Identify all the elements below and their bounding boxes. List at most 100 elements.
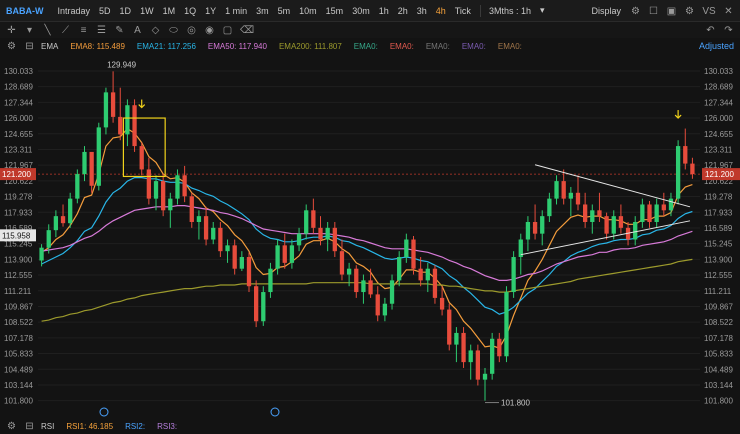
y-tick-left: 123.311 (4, 145, 33, 154)
undo-icon[interactable]: ↶ (705, 25, 716, 36)
candle-body (110, 92, 116, 117)
measure-icon[interactable]: ◇ (150, 25, 161, 36)
legend-item[interactable]: RSI3: (157, 422, 177, 431)
timeframe-1w[interactable]: 1W (140, 6, 154, 16)
legend-item[interactable]: EMA50: 117.940 (208, 42, 267, 51)
candle-body (211, 227, 216, 240)
y-tick-left: 128.689 (4, 83, 33, 92)
rsi-legend: ⚙ ⊟ RSI RSI1: 46.185 RSI2: RSI3: (0, 418, 740, 434)
candle-body (618, 216, 624, 228)
close-icon[interactable]: ✕ (723, 6, 734, 17)
timeframe-1y[interactable]: 1Y (205, 6, 216, 16)
candle-body (282, 245, 287, 263)
candle-body (89, 151, 94, 186)
top-toolbar: BABA-W Intraday 5D 1D 1W 1M 1Q 1Y 1 min 3m 5m 10m 1… (0, 0, 740, 22)
timeframe-5m[interactable]: 5m (278, 6, 291, 16)
legend-label: EMA200: (278, 41, 312, 51)
lock-icon[interactable]: ▢ (222, 25, 233, 36)
range-chevron-icon[interactable]: ▾ (540, 5, 545, 16)
range-selector[interactable]: 3Mths : 1h (489, 6, 531, 16)
eye-icon[interactable]: ◉ (204, 25, 215, 36)
timeframe-15m[interactable]: 15m (326, 6, 344, 16)
legend-item[interactable]: RSI2: (125, 422, 145, 431)
candle-body (311, 210, 316, 228)
ray-tool-icon[interactable]: ⟋ (60, 25, 71, 36)
candle-body (482, 373, 488, 380)
candle-body (611, 216, 616, 234)
chevron-down-icon[interactable]: ▾ (24, 25, 35, 36)
brush-icon[interactable]: ✎ (114, 25, 125, 36)
symbol-label[interactable]: BABA-W (6, 6, 44, 16)
candle-body (153, 181, 159, 199)
legend-label: RSI1: (66, 421, 87, 431)
legend-label: RSI3: (157, 421, 178, 431)
timeframe-1q[interactable]: 1Q (184, 6, 196, 16)
settings-icon[interactable]: ⚙ (6, 421, 17, 432)
trash-icon[interactable]: ⌫ (240, 25, 254, 36)
indicator-type[interactable]: EMA (41, 42, 58, 51)
timeframe-3m[interactable]: 3m (256, 6, 269, 16)
text-tool-icon[interactable]: A (132, 25, 143, 36)
legend-item[interactable]: EMA200: 111.807 (279, 42, 342, 51)
camera-icon[interactable]: ▣ (666, 6, 677, 17)
settings-icon[interactable]: ⚙ (684, 6, 695, 17)
display-menu[interactable]: Display (591, 6, 621, 16)
candle-body (275, 245, 280, 269)
timeframe-3h[interactable]: 3h (417, 6, 427, 16)
legend-item[interactable]: EMA0: (462, 42, 486, 51)
legend-item[interactable]: EMA0: (354, 42, 378, 51)
candle-body (53, 216, 59, 231)
crosshair-icon[interactable]: ✛ (6, 25, 17, 36)
candle-body (125, 105, 130, 135)
legend-item[interactable]: EMA21: 117.256 (137, 42, 196, 51)
legend-item[interactable]: EMA0: (426, 42, 450, 51)
timeframe-1m[interactable]: 1M (163, 6, 176, 16)
y-tick-right: 128.689 (704, 83, 733, 92)
candle-body (404, 239, 409, 258)
candle-body (368, 280, 373, 295)
channel-tool-icon[interactable]: ≡ (78, 25, 89, 36)
candle-body (60, 216, 66, 224)
legend-item[interactable]: EMA0: (390, 42, 414, 51)
line-tool-icon[interactable]: ╲ (42, 25, 53, 36)
timeframe-1h[interactable]: 1h (379, 6, 389, 16)
legend-item[interactable]: EMA8: 115.489 (70, 42, 125, 51)
candle-body (439, 297, 445, 310)
timeframe-30m[interactable]: 30m (352, 6, 370, 16)
adjusted-label[interactable]: Adjusted (699, 41, 734, 51)
rsi-type[interactable]: RSI (41, 422, 54, 431)
candle-body (568, 192, 573, 199)
magnet-icon[interactable]: ◎ (186, 25, 197, 36)
legend-item[interactable]: EMA0: (498, 42, 522, 51)
candle-body (461, 332, 466, 363)
collapse-icon[interactable]: ⊟ (24, 41, 35, 52)
candle-body (268, 268, 273, 293)
timeframe-tick[interactable]: Tick (455, 6, 471, 16)
compare-icon[interactable]: VS (702, 6, 716, 17)
legend-label: EMA0: (497, 41, 522, 51)
shape-tool-icon[interactable]: ⬭ (168, 25, 179, 36)
timeframe-5d[interactable]: 5D (99, 6, 111, 16)
legend-label: EMA0: (389, 41, 414, 51)
timeframe-4h[interactable]: 4h (436, 6, 446, 16)
legend-value: 115.489 (94, 41, 125, 51)
candle-body (411, 239, 416, 269)
candle-body (540, 216, 545, 234)
fib-tool-icon[interactable]: ☰ (96, 25, 107, 36)
timeframe-10m[interactable]: 10m (299, 6, 317, 16)
redo-icon[interactable]: ↷ (723, 25, 734, 36)
settings-icon[interactable]: ⚙ (6, 41, 17, 52)
checkbox-icon[interactable]: ☐ (648, 6, 659, 17)
timeframe-intraday[interactable]: Intraday (58, 6, 91, 16)
timeframe-1d[interactable]: 1D (120, 6, 132, 16)
collapse-icon[interactable]: ⊟ (24, 421, 35, 432)
timeframe-1-min[interactable]: 1 min (225, 6, 247, 16)
candle-body (561, 181, 566, 199)
candle-body (175, 175, 180, 199)
candle-body (168, 198, 173, 211)
price-chart[interactable]: 130.033 130.033 128.689 128.689 127.344 127.3… (0, 54, 740, 418)
gear-icon[interactable]: ⚙ (630, 6, 641, 17)
timeframe-2h[interactable]: 2h (398, 6, 408, 16)
legend-item[interactable]: RSI1: 46.185 (66, 422, 113, 431)
legend-label: RSI2: (125, 421, 146, 431)
